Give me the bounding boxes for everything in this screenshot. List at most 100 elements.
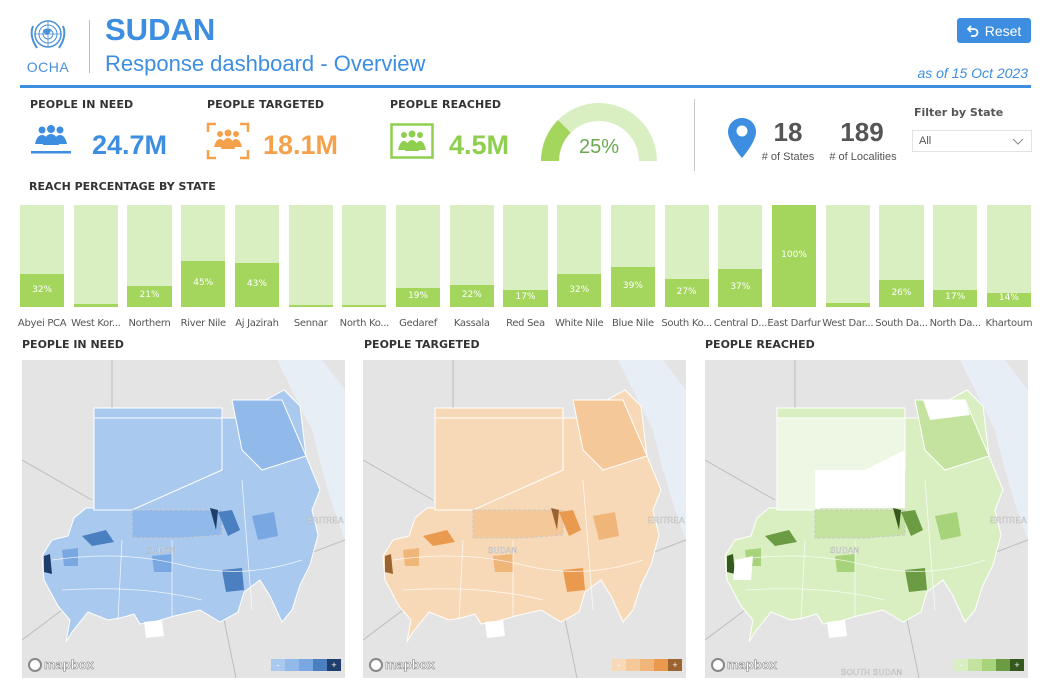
- bar-value-label: 32%: [32, 284, 53, 295]
- legend-max-swatch[interactable]: +: [1010, 659, 1024, 671]
- legend-max-swatch[interactable]: +: [327, 659, 341, 671]
- legend-swatch[interactable]: [626, 659, 640, 671]
- bar-12[interactable]: 27%: [664, 205, 709, 307]
- people-target-icon: [206, 122, 250, 160]
- bar-9[interactable]: 17%: [503, 205, 548, 307]
- bar-category-label: South Ko...: [661, 318, 712, 329]
- bar-10[interactable]: 32%: [557, 205, 602, 307]
- bar-category-label: Kassala: [453, 318, 490, 329]
- legend-swatch[interactable]: [982, 659, 996, 671]
- state-filter-dropdown[interactable]: All: [912, 130, 1032, 152]
- sudan-map-label: SUDAN: [830, 546, 860, 555]
- eritrea-map-label: ERITREA: [990, 516, 1027, 525]
- legend-swatch[interactable]: [640, 659, 654, 671]
- bar-category-label: Central D...: [713, 318, 768, 329]
- mapbox-attribution[interactable]: mapbox: [369, 657, 435, 672]
- north-kordofan-state[interactable]: [814, 509, 906, 539]
- locality-mid[interactable]: [835, 554, 855, 572]
- bar-8[interactable]: 22%: [449, 205, 494, 307]
- bar-0[interactable]: 32%: [20, 205, 65, 307]
- bar-value-label: 22%: [461, 289, 482, 300]
- bar-value-label: 17%: [945, 292, 966, 303]
- map-color-legend: - +: [612, 659, 682, 671]
- mapbox-text: mapbox: [727, 657, 777, 673]
- bar-category-label: South Da...: [875, 318, 928, 329]
- abyei-area[interactable]: [485, 620, 505, 638]
- state-filter-value: All: [919, 135, 932, 147]
- bar-7[interactable]: 19%: [395, 205, 441, 307]
- people-reached-label: PEOPLE REACHED: [390, 98, 502, 111]
- localities-count: 189: [840, 117, 884, 147]
- map-canvas[interactable]: [22, 360, 345, 678]
- locality-mid[interactable]: [152, 554, 172, 572]
- people-in-need-label: PEOPLE IN NEED: [30, 98, 134, 111]
- bar-category-label: Abyei PCA: [17, 318, 67, 329]
- ocha-logo: OCHA: [20, 16, 76, 78]
- map-canvas[interactable]: [705, 360, 1028, 678]
- bar-14[interactable]: 100%: [771, 205, 817, 307]
- map-canvas[interactable]: [363, 360, 686, 678]
- people-targeted-value: 18.1M: [263, 130, 339, 160]
- states-count-label: # of States: [761, 151, 815, 163]
- bar-15[interactable]: [825, 205, 870, 307]
- bar-1[interactable]: [73, 205, 118, 307]
- locality-mid[interactable]: [493, 554, 513, 572]
- bar-category-label: West Dar...: [822, 318, 874, 329]
- bar-16[interactable]: 26%: [879, 205, 924, 307]
- bar-2[interactable]: 21%: [127, 205, 172, 307]
- map-people-in-need[interactable]: SUDAN ERITREA mapbox - +: [22, 360, 345, 678]
- bar-6[interactable]: [342, 205, 387, 307]
- legend-min-swatch[interactable]: -: [612, 659, 626, 671]
- legend-swatch[interactable]: [299, 659, 313, 671]
- bar-value-label: 39%: [622, 281, 643, 292]
- as-of-date: as of 15 Oct 2023: [917, 65, 1028, 81]
- people-in-need-value: 24.7M: [92, 130, 168, 160]
- abyei-area[interactable]: [827, 620, 847, 638]
- reset-button[interactable]: Reset: [957, 18, 1031, 43]
- legend-swatch[interactable]: [313, 659, 327, 671]
- bar-3[interactable]: 45%: [181, 205, 226, 307]
- bar-11[interactable]: 39%: [610, 205, 656, 307]
- filter-by-state-label: Filter by State: [914, 106, 1004, 119]
- legend-min-swatch[interactable]: -: [954, 659, 968, 671]
- legend-swatch[interactable]: [654, 659, 668, 671]
- bar-17[interactable]: 17%: [933, 205, 978, 307]
- abyei-area[interactable]: [144, 620, 164, 638]
- bar-category-label: Blue Nile: [612, 318, 654, 329]
- legend-swatch[interactable]: [968, 659, 982, 671]
- map-color-legend: - +: [954, 659, 1024, 671]
- bar-category-label: Sennar: [293, 318, 328, 329]
- un-emblem-icon: [30, 20, 66, 49]
- bar-4[interactable]: 43%: [234, 205, 280, 307]
- people-reached-value: 4.5M: [449, 130, 510, 160]
- north-kordofan-state[interactable]: [131, 509, 223, 539]
- bar-value-label: 14%: [998, 293, 1019, 303]
- bar-category-label: North Ko...: [339, 318, 390, 329]
- bar-5[interactable]: [288, 205, 333, 307]
- header: OCHA SUDAN Response dashboard - Overview…: [0, 0, 1048, 90]
- bar-value-label: 19%: [408, 291, 429, 302]
- mapbox-attribution[interactable]: mapbox: [711, 657, 777, 672]
- north-kordofan-state[interactable]: [472, 509, 564, 539]
- bar-13[interactable]: 37%: [718, 205, 763, 307]
- eritrea-map-label: ERITREA: [307, 516, 344, 525]
- bar-18[interactable]: 14%: [986, 205, 1031, 307]
- legend-max-swatch[interactable]: +: [668, 659, 682, 671]
- undo-icon: [966, 24, 979, 37]
- legend-swatch[interactable]: [996, 659, 1010, 671]
- mapbox-attribution[interactable]: mapbox: [28, 657, 94, 672]
- kpi-divider: [694, 99, 695, 171]
- map-color-legend: - +: [271, 659, 341, 671]
- map-people-reached[interactable]: SUDAN ERITREA SOUTH SUDAN mapbox - +: [705, 360, 1028, 678]
- bar-value-label: 100%: [781, 250, 807, 260]
- ocha-logo-text: OCHA: [26, 59, 70, 75]
- header-divider: [89, 20, 90, 73]
- map-people-targeted[interactable]: SUDAN ERITREA mapbox - +: [363, 360, 686, 678]
- legend-swatch[interactable]: [285, 659, 299, 671]
- legend-min-swatch[interactable]: -: [271, 659, 285, 671]
- bar-value-label: 26%: [891, 287, 912, 298]
- bar-category-label: Red Sea: [506, 318, 545, 329]
- map-targeted-title: PEOPLE TARGETED: [364, 338, 480, 351]
- localities-count-label: # of Localities: [829, 151, 897, 163]
- bar-category-label: Gedaref: [399, 318, 437, 329]
